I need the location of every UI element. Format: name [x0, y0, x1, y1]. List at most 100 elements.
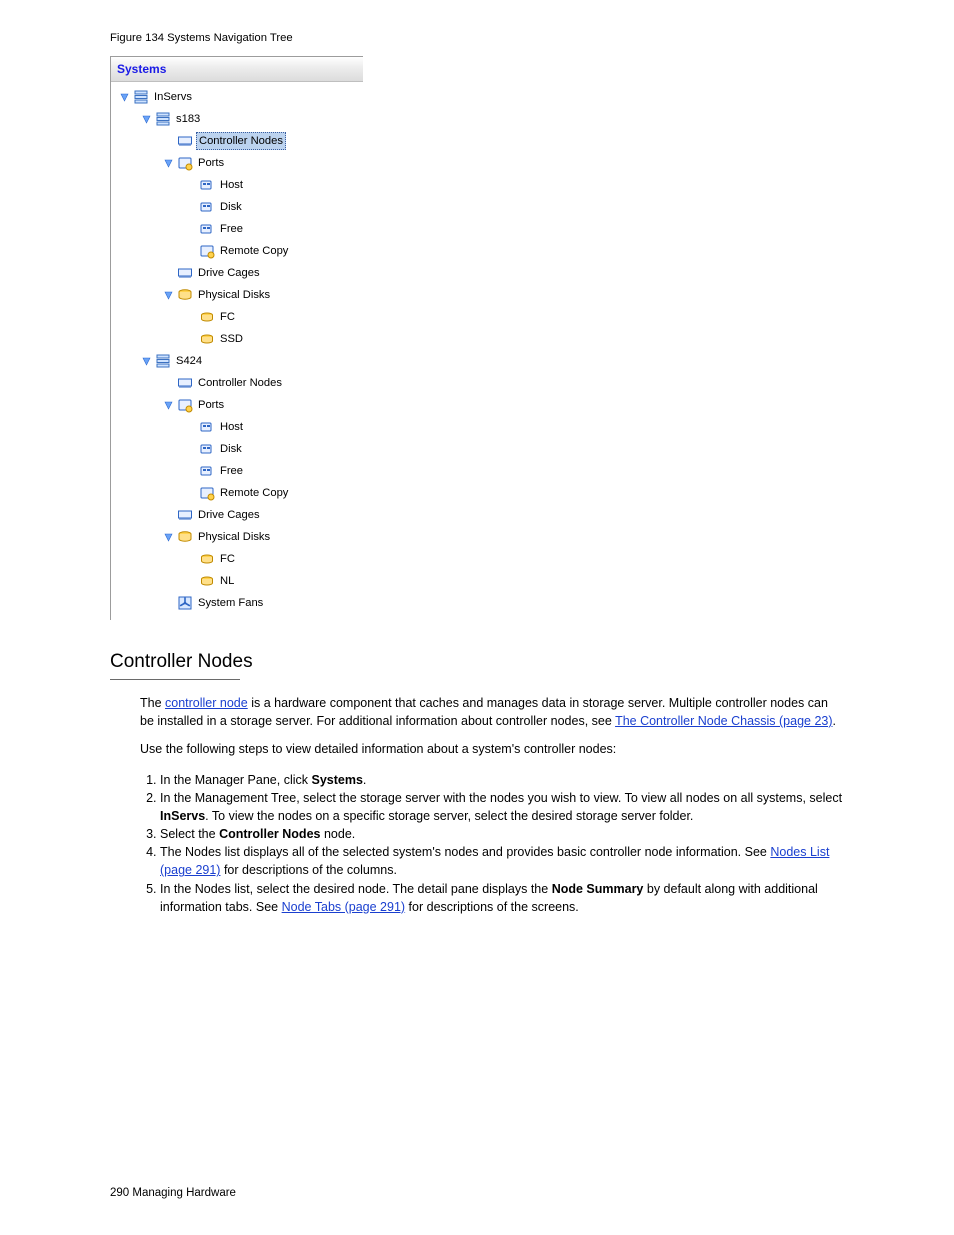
server-icon	[133, 89, 149, 105]
expand-icon[interactable]	[161, 288, 175, 302]
tree-label: FC	[218, 309, 237, 325]
tree-label: InServs	[152, 89, 194, 105]
no-icon	[183, 442, 197, 456]
tree-item-free[interactable]: Free	[183, 460, 361, 482]
drive-cage-icon	[177, 265, 193, 281]
tree-item-controller-nodes[interactable]: Controller Nodes	[161, 130, 361, 152]
tree-item-nl[interactable]: NL	[183, 570, 361, 592]
text: .	[363, 773, 366, 787]
tree-label: Host	[218, 177, 245, 193]
port-icon	[199, 441, 215, 457]
tree-label: System Fans	[196, 595, 265, 611]
tree-item-fc[interactable]: FC	[183, 306, 361, 328]
list-item: In the Manager Pane, click Systems.	[160, 771, 844, 789]
tree-label-selected: Controller Nodes	[196, 132, 286, 150]
disks-icon	[177, 287, 193, 303]
port-icon	[199, 199, 215, 215]
ports-icon	[199, 243, 215, 259]
list-item: In the Nodes list, select the desired no…	[160, 880, 844, 916]
tree-item-controller-nodes[interactable]: Controller Nodes	[161, 372, 361, 394]
ports-icon	[177, 155, 193, 171]
link-node-tabs[interactable]: Node Tabs (page 291)	[282, 900, 405, 914]
bold: Controller Nodes	[219, 827, 320, 841]
tree-label: Free	[218, 463, 245, 479]
tree-label: Disk	[218, 441, 244, 457]
tree-item-s424[interactable]: S424	[139, 350, 361, 372]
tree-item-drive-cages[interactable]: Drive Cages	[161, 504, 361, 526]
tree-item-system-fans[interactable]: System Fans	[161, 592, 361, 614]
section-rule	[110, 679, 240, 680]
expand-icon[interactable]	[161, 530, 175, 544]
disk-icon	[199, 309, 215, 325]
expand-icon[interactable]	[161, 156, 175, 170]
tree-item-inservs[interactable]: InServs	[117, 86, 361, 108]
tree-item-ports[interactable]: Ports	[161, 152, 361, 174]
tree-label: Drive Cages	[196, 265, 262, 281]
fan-icon	[177, 595, 193, 611]
port-icon	[199, 419, 215, 435]
text: In the Manager Pane, click	[160, 773, 311, 787]
text: .	[833, 714, 836, 728]
tree-label: SSD	[218, 331, 245, 347]
no-icon	[183, 574, 197, 588]
tree-label: Ports	[196, 155, 226, 171]
text: . To view the nodes on a specific storag…	[205, 809, 693, 823]
disk-icon	[199, 573, 215, 589]
expand-icon[interactable]	[139, 354, 153, 368]
no-icon	[161, 508, 175, 522]
tree-label: Ports	[196, 397, 226, 413]
bold: Systems	[311, 773, 362, 787]
link-controller-node[interactable]: controller node	[165, 696, 248, 710]
tree-item-ssd[interactable]: SSD	[183, 328, 361, 350]
tree-label: S424	[174, 353, 204, 369]
section-heading: Controller Nodes	[110, 648, 844, 676]
tree-item-remote-copy[interactable]: Remote Copy	[183, 240, 361, 262]
port-icon	[199, 177, 215, 193]
expand-icon[interactable]	[117, 90, 131, 104]
expand-icon[interactable]	[161, 398, 175, 412]
disks-icon	[177, 529, 193, 545]
text: Select the	[160, 827, 219, 841]
no-icon	[161, 376, 175, 390]
page-root: Figure 134 Systems Navigation Tree Syste…	[0, 0, 954, 988]
tree-label: NL	[218, 573, 236, 589]
tree-label: Remote Copy	[218, 485, 290, 501]
tree-item-host[interactable]: Host	[183, 416, 361, 438]
tree-item-remote-copy[interactable]: Remote Copy	[183, 482, 361, 504]
list-item: The Nodes list displays all of the selec…	[160, 843, 844, 879]
ordered-steps: In the Manager Pane, click Systems. In t…	[140, 771, 844, 916]
disk-icon	[199, 551, 215, 567]
tree-label: Disk	[218, 199, 244, 215]
no-icon	[183, 464, 197, 478]
tree-label: Controller Nodes	[196, 375, 284, 391]
port-icon	[199, 463, 215, 479]
tree-item-physical-disks[interactable]: Physical Disks	[161, 526, 361, 548]
bold: Node Summary	[552, 882, 644, 896]
controller-icon	[177, 133, 193, 149]
tree-item-disk[interactable]: Disk	[183, 196, 361, 218]
tree-item-ports[interactable]: Ports	[161, 394, 361, 416]
port-icon	[199, 221, 215, 237]
expand-icon[interactable]	[139, 112, 153, 126]
systems-panel: Systems InServs	[110, 56, 363, 620]
text: for descriptions of the columns.	[220, 863, 396, 877]
tree-item-drive-cages[interactable]: Drive Cages	[161, 262, 361, 284]
server-icon	[155, 353, 171, 369]
text: In the Management Tree, select the stora…	[160, 791, 842, 805]
controller-icon	[177, 375, 193, 391]
tree-item-fc[interactable]: FC	[183, 548, 361, 570]
text: The	[140, 696, 165, 710]
text: node.	[320, 827, 355, 841]
tree-item-host[interactable]: Host	[183, 174, 361, 196]
tree-item-free[interactable]: Free	[183, 218, 361, 240]
link-controller-chassis[interactable]: The Controller Node Chassis (page 23)	[615, 714, 832, 728]
text: The Nodes list displays all of the selec…	[160, 845, 770, 859]
no-icon	[161, 134, 175, 148]
list-item: In the Management Tree, select the stora…	[160, 789, 844, 825]
tree-item-disk[interactable]: Disk	[183, 438, 361, 460]
page-footer: 290 Managing Hardware	[110, 1185, 236, 1202]
no-icon	[161, 266, 175, 280]
tree-item-s183[interactable]: s183	[139, 108, 361, 130]
tree-item-physical-disks[interactable]: Physical Disks	[161, 284, 361, 306]
systems-tree[interactable]: InServs s183	[111, 82, 363, 620]
